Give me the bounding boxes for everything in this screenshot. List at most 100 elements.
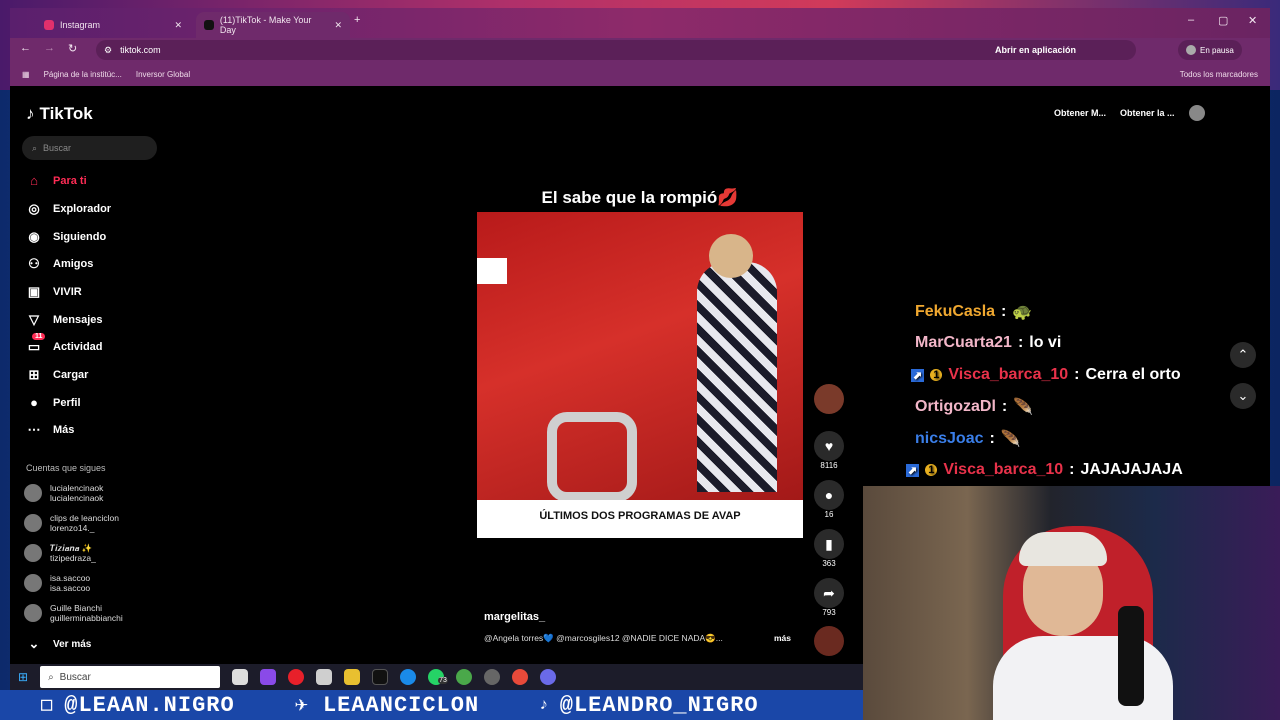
all-bookmarks[interactable]: Todos los marcadores [1180,70,1258,79]
nav-cargar[interactable]: ⊞ Cargar [26,367,89,383]
video-description: @Angela torres💙 @marcosgiles12 @NADIE DI… [484,633,723,643]
nav-label: Cargar [53,369,89,381]
following-icon: ◉ [28,229,40,244]
chrome-icon[interactable] [456,669,473,685]
avatar [24,604,42,622]
bookmark-1[interactable]: Página de la institúc... [44,70,122,79]
forward-icon[interactable]: → [44,42,55,54]
get-coins-button[interactable]: Obtener M... [1054,108,1106,121]
tiktok-icon[interactable] [372,669,389,685]
url-bar[interactable]: ⚙ tiktok.com Abrir en aplicación [96,40,1136,60]
app-icon[interactable] [484,669,501,685]
chat-message: ⬈ 1 Visca_barca_10: JAJAJAJAJA [906,461,1183,478]
nav-amigos[interactable]: ⚇ Amigos [26,256,93,272]
nav-mas[interactable]: ⋯ Más [26,422,75,438]
copilot-icon[interactable] [260,669,277,685]
site-info-icon[interactable]: ⚙ [104,45,112,56]
video-player[interactable] [477,212,803,538]
nav-label: VIVIR [53,286,82,298]
apps-icon[interactable]: ▦ [22,70,30,79]
previous-video-button[interactable]: ⌃ [1230,342,1256,368]
chat-message: OrtigozaDl: 🪶 [915,398,1034,416]
followed-account[interactable]: Guille Bianchi guillerminabbianchi [24,603,123,623]
close-window-button[interactable]: ✕ [1248,14,1257,27]
save-button[interactable]: ▮ 363 [810,529,848,568]
back-icon[interactable]: ← [20,42,31,54]
like-count: 8116 [820,461,838,470]
chat-text: 🪶 [1000,431,1021,448]
bookmark-2[interactable]: Inversor Global [136,70,190,79]
whatsapp-icon[interactable]: 73 [428,669,448,685]
opera-icon[interactable] [288,669,305,685]
discord-icon[interactable] [540,669,557,685]
tiktok-icon: ♪ [539,696,550,714]
close-icon[interactable]: ✕ [174,20,182,31]
avatar[interactable] [1188,105,1205,121]
streamer-hair [1019,532,1107,566]
chat-message: ⬈ 1 Visca_barca_10: Cerra el orto [911,366,1181,383]
nav-mensajes[interactable]: ▽ Mensajes [26,312,103,328]
avatar [1186,45,1196,55]
open-app-button[interactable]: Abrir en aplicación [995,45,1076,55]
share-button[interactable]: ➦ 793 [810,578,848,617]
profile-button[interactable]: En pausa [1178,40,1242,60]
avatar [24,514,42,532]
chat-message: nicsJoac: 🪶 [915,430,1021,448]
close-icon[interactable]: ✕ [334,20,342,31]
nav-para-ti[interactable]: ⌂ Para ti [26,173,87,188]
avatar [24,574,42,592]
nav-label: Mensajes [53,314,103,326]
app-icon[interactable] [316,669,333,685]
following-title: Cuentas que sigues [26,463,106,473]
more-link[interactable]: más [774,633,791,643]
comment-count: 16 [824,510,834,519]
save-count: 363 [822,559,836,568]
nav-vivir[interactable]: ▣ VIVIR [26,284,82,300]
next-video-button[interactable]: ⌄ [1230,383,1256,409]
followed-account[interactable]: isa.saccoo isa.saccoo [24,573,90,593]
taskbar-search[interactable]: ⌕ Buscar [40,666,221,688]
edge-icon[interactable] [400,669,417,685]
search-icon: ⌕ [48,671,54,683]
account-user: lorenzo14._ [50,523,95,533]
chat-message: FekuCasla: 🐢 [915,303,1033,321]
disc-icon [814,626,844,656]
followed-account[interactable]: lucialencinaok lucialencinaok [24,483,103,503]
maximize-button[interactable]: ▢ [1218,14,1228,27]
more-icon: ⋯ [27,422,41,437]
new-tab-button[interactable]: + [354,14,360,26]
chrome-icon[interactable] [512,669,529,685]
see-more-button[interactable]: ⌄ Ver más [26,636,92,652]
heart-icon: ♥ [814,431,844,461]
nav-siguiendo[interactable]: ◉ Siguiendo [26,229,106,245]
followed-account[interactable]: 𝑻𝒊𝒛𝒊𝒂𝒏𝒂 ✨ tizipedraza_ [24,543,96,563]
comment-button[interactable]: ● 16 [810,480,848,519]
nav-perfil[interactable]: ● Perfil [26,395,81,410]
account-user: lucialencinaok [50,493,104,503]
messages-icon: ▽ [29,312,39,327]
like-button[interactable]: ♥ 8116 [810,431,848,470]
account-name: Guille Bianchi [50,603,102,613]
tab-tiktok[interactable]: (11)TikTok - Make Your Day ✕ [196,12,350,38]
whatsapp-badge: 73 [438,677,448,684]
search-input[interactable]: ⌕ Buscar [22,136,157,160]
task-view-icon[interactable] [232,669,249,685]
tab-instagram[interactable]: Instagram ✕ [36,12,190,38]
activity-badge: 11 [32,333,46,340]
reload-icon[interactable]: ↻ [68,42,77,55]
nav-actividad[interactable]: ▭ 11 Actividad [26,333,103,355]
followed-account[interactable]: clips de leanciclon lorenzo14._ [24,513,119,533]
friends-icon: ⚇ [28,256,40,271]
windows-start-icon[interactable]: ⊞ [18,670,28,684]
upload-icon: ⊞ [28,367,40,382]
nav-explorador[interactable]: ◎ Explorador [26,201,111,217]
tiktok-logo[interactable]: ♪ TikTok [26,104,93,124]
minimize-button[interactable]: – [1188,14,1194,26]
music-disc[interactable] [810,626,848,656]
creator-avatar[interactable] [810,384,848,414]
video-username[interactable]: margelitas_ [484,611,545,623]
nav-label: Perfil [53,396,81,409]
instagram-icon: ◻ [40,693,55,718]
get-app-button[interactable]: Obtener la ... [1120,108,1175,121]
folder-icon[interactable] [344,669,361,685]
